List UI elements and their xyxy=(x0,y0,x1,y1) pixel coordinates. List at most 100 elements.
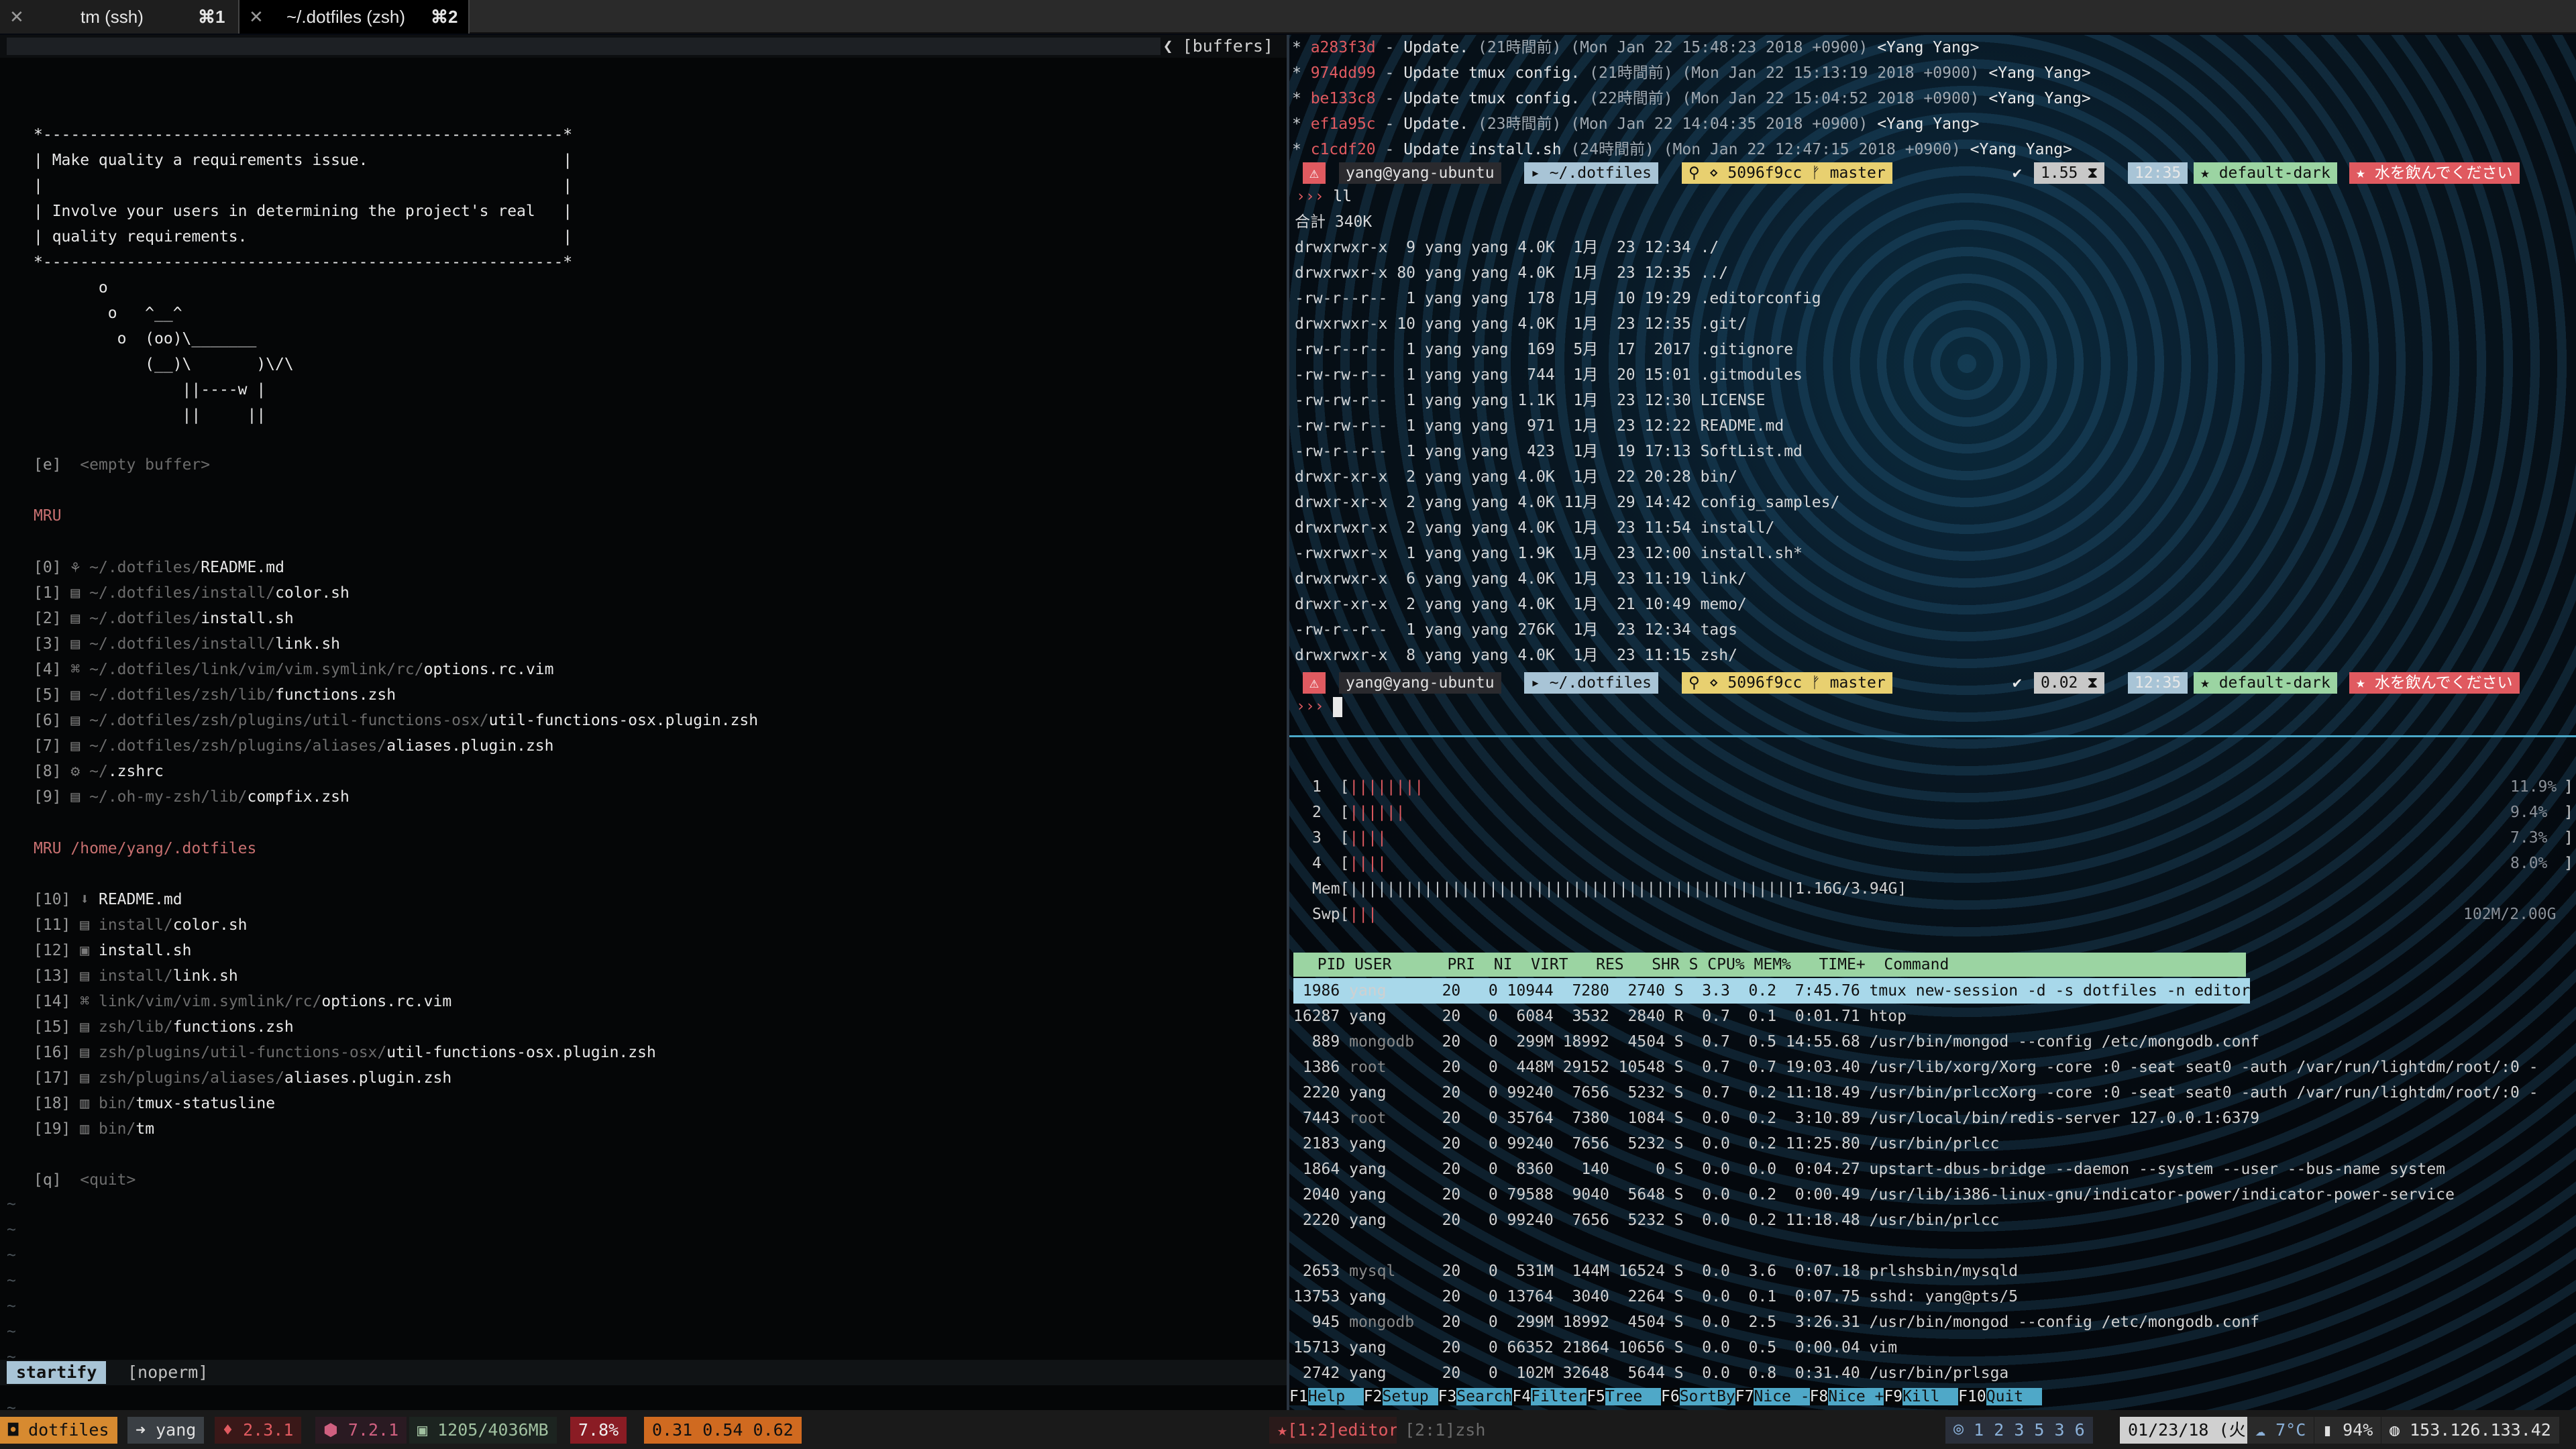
tmux-window-active[interactable]: ★[1:2]editor xyxy=(1269,1417,1407,1444)
mru-item[interactable]: [3] ▤ ~/.dotfiles/install/link.sh xyxy=(34,631,340,657)
process-row[interactable]: 2183 yang 20 0 99240 7656 5232 S 0.0 0.2… xyxy=(1293,1131,2000,1157)
process-pid: 945 xyxy=(1293,1313,1340,1331)
commit-bullet-icon: * xyxy=(1292,90,1311,107)
entry-label: <quit> xyxy=(80,1171,136,1189)
commit-bullet-icon: * xyxy=(1292,141,1311,158)
process-pid: 2220 xyxy=(1293,1212,1340,1229)
prompt-line[interactable]: ››› ll xyxy=(1296,184,1352,209)
ip-address-label: 153.126.133.42 xyxy=(2410,1420,2551,1440)
function-key[interactable]: F10 xyxy=(1958,1388,1986,1405)
swap-bar: ||| xyxy=(1349,906,1377,923)
entry-file: tm xyxy=(136,1120,155,1138)
empty-buffer-entry[interactable]: [e] <empty buffer> xyxy=(34,452,210,478)
vim-pane[interactable]: ❮ [buffers] *----------------------------… xyxy=(0,35,1287,1410)
cpu-usage: 7.8% xyxy=(570,1417,627,1444)
process-pid: 2653 xyxy=(1293,1263,1340,1280)
process-details: 20 0 10944 7280 2740 S 3.3 0.2 7:45.76 t… xyxy=(1414,982,2251,1000)
mru-item[interactable]: [16] ▤ zsh/plugins/util-functions-osx/ut… xyxy=(34,1040,656,1065)
mru-item[interactable]: [7] ▤ ~/.dotfiles/zsh/plugins/aliases/al… xyxy=(34,733,553,759)
entry-file: install.sh xyxy=(201,610,294,627)
process-row[interactable]: 15713 yang 20 0 66352 21864 10656 S 0.0 … xyxy=(1293,1335,1897,1360)
mru-header: MRU xyxy=(34,507,62,525)
window-tab-bar: ✕ tm (ssh) ⌘1 ✕ ~/.dotfiles (zsh) ⌘2 xyxy=(0,0,2576,34)
mru-item[interactable]: [17] ▤ zsh/plugins/aliases/aliases.plugi… xyxy=(34,1065,451,1091)
mru-item[interactable]: [9] ▤ ~/.oh-my-zsh/lib/compfix.zsh xyxy=(34,784,350,810)
mru-item[interactable]: [5] ▤ ~/.dotfiles/zsh/lib/functions.zsh xyxy=(34,682,396,708)
ls-row: drwxrwxr-x 2 yang yang 4.0K 1月 23 11:54 … xyxy=(1295,519,1775,537)
function-key[interactable]: F6 xyxy=(1660,1388,1680,1405)
file-icon: ▣ xyxy=(80,942,90,959)
mru-item[interactable]: [2] ▤ ~/.dotfiles/install.sh xyxy=(34,606,294,631)
mru-item[interactable]: [1] ▤ ~/.dotfiles/install/color.sh xyxy=(34,580,350,606)
function-key[interactable]: F2 xyxy=(1363,1388,1383,1405)
cow-line: o (oo)\_______ xyxy=(34,330,257,347)
memory-label: Mem xyxy=(1312,880,1340,898)
function-key[interactable]: F7 xyxy=(1735,1388,1754,1405)
quit-entry[interactable]: [q] <quit> xyxy=(34,1167,136,1193)
process-row[interactable]: 2742 yang 20 0 102M 32648 5644 S 0.0 0.8… xyxy=(1293,1360,2008,1386)
process-row[interactable]: 1864 yang 20 0 8360 140 0 S 0.0 0.0 0:04… xyxy=(1293,1157,2445,1182)
function-key[interactable]: F9 xyxy=(1884,1388,1903,1405)
mru-item[interactable]: [19] ▥ bin/tm xyxy=(34,1116,154,1142)
pane-divider-horizontal[interactable] xyxy=(1289,735,2576,737)
process-row[interactable]: 16287 yang 20 0 6084 3532 2840 R 0.7 0.1… xyxy=(1293,1004,1907,1029)
process-row[interactable]: 945 mongodb 20 0 299M 18992 4504 S 0.0 2… xyxy=(1293,1309,2259,1335)
cpu-meter: 1 [|||||||| xyxy=(1312,778,1424,796)
process-row[interactable]: 2220 yang 20 0 99240 7656 5232 S 0.0 0.2… xyxy=(1293,1208,2000,1233)
close-icon[interactable]: ✕ xyxy=(249,7,264,28)
chevron-left-icon: ❮ xyxy=(1163,36,1173,56)
function-key[interactable]: F8 xyxy=(1809,1388,1829,1405)
process-row[interactable]: 1986 yang 20 0 10944 7280 2740 S 3.3 0.2… xyxy=(1293,978,2251,1004)
window-tab-2[interactable]: ✕ ~/.dotfiles (zsh) ⌘2 xyxy=(238,0,470,34)
mru-item[interactable]: [12] ▣ install.sh xyxy=(34,938,191,963)
commit-hash: a283f3d xyxy=(1310,39,1376,56)
status-icon: ⚠ xyxy=(1303,672,1326,694)
process-row[interactable]: 1386 root 20 0 448M 29152 10548 S 0.7 0.… xyxy=(1293,1055,2538,1080)
tmux-window[interactable]: [2:1]zsh xyxy=(1397,1417,1494,1444)
prompt-line-active[interactable]: ››› xyxy=(1296,694,1343,719)
process-row[interactable]: 13753 yang 20 0 13764 3040 2264 S 0.0 0.… xyxy=(1293,1284,2018,1309)
function-key[interactable]: F5 xyxy=(1587,1388,1605,1405)
right-pane[interactable]: * a283f3d - Update. (21時間前) (Mon Jan 22 … xyxy=(1289,35,2576,1410)
window-tab-1[interactable]: ✕ tm (ssh) ⌘1 xyxy=(0,0,238,34)
message-segment: ★ 水を飲んでください xyxy=(2349,162,2520,184)
mru-item[interactable]: [15] ▤ zsh/lib/functions.zsh xyxy=(34,1014,294,1040)
mru-item[interactable]: [6] ▤ ~/.dotfiles/zsh/plugins/util-funct… xyxy=(34,708,758,733)
htop-column-header[interactable]: PID USER PRI NI VIRT RES SHR S CPU% MEM%… xyxy=(1293,953,2246,977)
close-icon[interactable]: ✕ xyxy=(9,7,24,28)
tmux-session[interactable]: ◘ dotfiles xyxy=(0,1417,117,1444)
entry-key: [15] xyxy=(34,1018,71,1036)
process-row[interactable]: 7443 root 20 0 35764 7380 1084 S 0.0 0.2… xyxy=(1293,1106,2259,1131)
mru-item[interactable]: [14] ⌘ link/vim/vim.symlink/rc/options.r… xyxy=(34,989,451,1014)
mru-item[interactable]: [4] ⌘ ~/.dotfiles/link/vim/vim.symlink/r… xyxy=(34,657,554,682)
function-key[interactable]: F3 xyxy=(1438,1388,1457,1405)
function-key[interactable]: F1 xyxy=(1289,1388,1308,1405)
mru-item[interactable]: [13] ▤ install/link.sh xyxy=(34,963,238,989)
entry-dir: zsh/plugins/util-functions-osx/ xyxy=(98,1044,387,1061)
zsh-prompt: ⚠ yang@yang-ubuntu ▸ ~/.dotfiles ⚲ ⋄ 5096f9… xyxy=(1303,161,2571,185)
cow-line: ||----w | xyxy=(34,381,266,398)
process-row[interactable]: 2040 yang 20 0 79588 9040 5648 S 0.0 0.2… xyxy=(1293,1182,2455,1208)
function-key[interactable]: F4 xyxy=(1512,1388,1532,1405)
process-row[interactable]: 2653 mysql 20 0 531M 144M 16524 S 0.0 3.… xyxy=(1293,1258,2018,1284)
cpu-bar: |||||| xyxy=(1349,804,1405,821)
ls-row: -rw-r--r-- 1 yang yang 276K 1月 23 12:34 … xyxy=(1295,621,1737,639)
file-icon: ▥ xyxy=(80,1120,90,1138)
git-log-entry: * ef1a95c - Update. (23時間前) (Mon Jan 22 … xyxy=(1292,115,1980,133)
file-icon: ▤ xyxy=(80,967,90,985)
process-details: 20 0 102M 32648 5644 S 0.0 0.8 0:31.40 /… xyxy=(1414,1364,2009,1382)
mru-item[interactable]: [10] ⬇ README.md xyxy=(34,887,182,912)
mru-item[interactable]: [8] ⚙ ~/.zshrc xyxy=(34,759,164,784)
workspaces: ⌾ 1 2 3 5 3 6 xyxy=(1945,1417,2093,1444)
cpu-id: 3 xyxy=(1312,829,1322,847)
entry-dir: install/ xyxy=(98,967,173,985)
mru-item[interactable]: [18] ▥ bin/tmux-statusline xyxy=(34,1091,275,1116)
buffers-indicator[interactable]: ❮ [buffers] xyxy=(1163,35,1273,58)
process-details: 20 0 99240 7656 5232 S 0.0 0.2 11:25.80 … xyxy=(1414,1135,2000,1152)
ls-row: drwxr-xr-x 2 yang yang 4.0K 11月 29 14:42… xyxy=(1295,494,1840,511)
mru-item[interactable]: [0] ⚘ ~/.dotfiles/README.md xyxy=(34,555,284,580)
mru-item[interactable]: [11] ▤ install/color.sh xyxy=(34,912,248,938)
process-row[interactable]: 2220 yang 20 0 99240 7656 5232 S 0.7 0.2… xyxy=(1293,1080,2538,1106)
process-row[interactable]: 889 mongodb 20 0 299M 18992 4504 S 0.7 0… xyxy=(1293,1029,2259,1055)
commit-message: Update. xyxy=(1403,39,1469,56)
